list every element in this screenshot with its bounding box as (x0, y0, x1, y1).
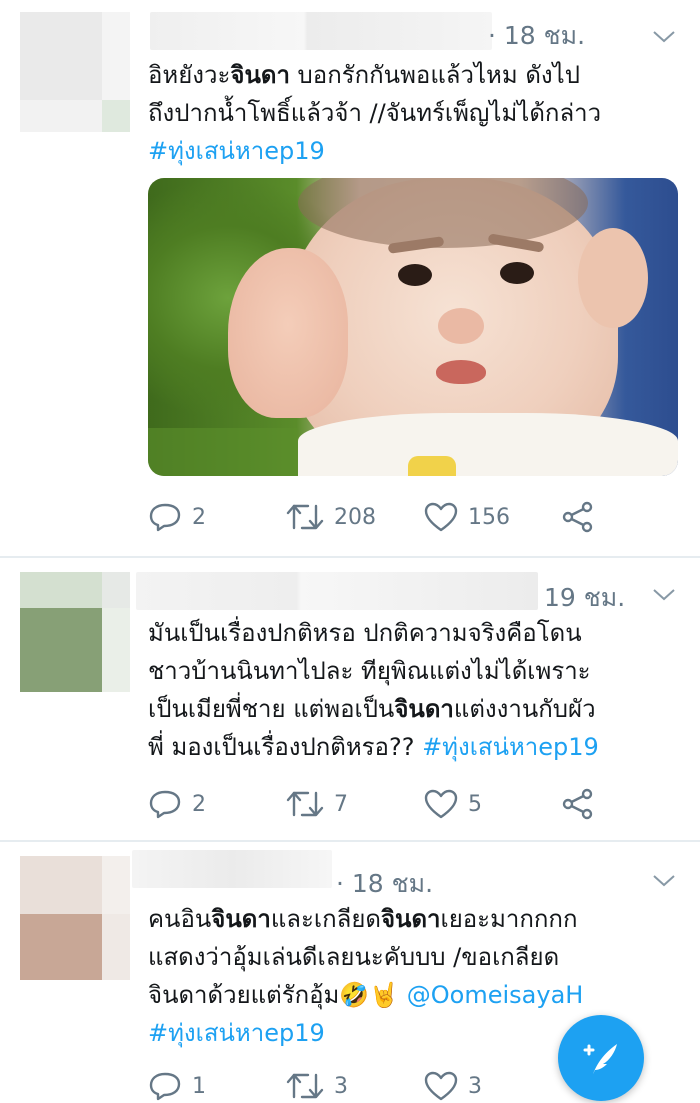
photo-mouth (436, 360, 486, 384)
photo-eye (500, 262, 534, 284)
share-icon (562, 501, 593, 533)
tweet-timestamp[interactable]: 19 ชม. (544, 578, 625, 618)
chevron-down-icon[interactable] (652, 30, 676, 44)
share-icon (562, 788, 593, 820)
author-name-redacted[interactable] (132, 850, 332, 888)
like-button[interactable]: 156 (424, 497, 510, 537)
compose-tweet-icon (583, 1044, 617, 1074)
tweet-actions: 2 208 156 (148, 497, 668, 537)
tweet-timestamp[interactable]: · 18 ชม. (336, 864, 433, 904)
tweet-timestamp[interactable]: · 18 ชม. (488, 16, 585, 56)
photo-nose (438, 308, 484, 344)
retweet-button[interactable]: 208 (286, 497, 376, 537)
retweet-count: 3 (334, 1073, 348, 1099)
reply-count: 2 (192, 791, 206, 817)
tweet-1[interactable]: · 18 ชม. อิหยังวะจินดา บอกรักกันพอแล้วไห… (0, 0, 700, 556)
avatar[interactable] (20, 12, 130, 132)
text-segment: คนอิน (148, 905, 212, 933)
hashtag-link[interactable]: #ทุ่งเสน่หาep19 (148, 137, 325, 165)
tweet-actions: 2 7 5 (148, 784, 668, 824)
photo-bib (408, 456, 456, 476)
share-button[interactable] (562, 497, 594, 537)
text-bold: จินดา (394, 695, 454, 723)
like-button[interactable]: 5 (424, 784, 482, 824)
retweet-icon (286, 1073, 324, 1099)
share-button[interactable] (562, 784, 594, 824)
like-button[interactable]: 3 (424, 1066, 482, 1103)
text-line: ถึงปากน้ำโพธิ์แล้วจ้า //จันทร์เพ็ญไม่ได้… (148, 99, 602, 127)
text-line: แสดงว่าอุ้มเล่นดีเลยนะคับบบ /ขอเกลียด (148, 943, 560, 971)
reply-button[interactable]: 2 (148, 497, 206, 537)
reply-button[interactable]: 2 (148, 784, 206, 824)
text-segment: จินดาด้วยแต่รักอุ้ม🤣🤘 (148, 981, 407, 1009)
reply-icon (149, 503, 181, 532)
avatar[interactable] (20, 572, 130, 692)
heart-icon (424, 502, 458, 532)
reply-button[interactable]: 1 (148, 1066, 206, 1103)
retweet-count: 7 (334, 791, 348, 817)
reply-icon (149, 790, 181, 819)
text-segment: พี่ มองเป็นเรื่องปกติหรอ?? (148, 733, 423, 761)
photo-hand (228, 248, 348, 418)
chevron-down-icon[interactable] (652, 874, 676, 888)
tweet-photo[interactable] (148, 178, 678, 476)
tweet-text: อิหยังวะจินดา บอกรักกันพอแล้วไหม ดังไป ถ… (148, 56, 688, 170)
author-name-redacted[interactable] (136, 572, 538, 610)
photo-ear (578, 228, 648, 328)
photo-eye (398, 264, 432, 286)
text-line: ชาวบ้านนินทาไปละ ทียุพิณแต่งไม่ได้เพราะ (148, 657, 591, 685)
photo-shirt (298, 413, 678, 476)
text-segment: อิหยังวะ (148, 61, 231, 89)
retweet-button[interactable]: 3 (286, 1066, 348, 1103)
hashtag-link[interactable]: #ทุ่งเสน่หาep19 (148, 1019, 325, 1047)
author-name-redacted[interactable] (150, 12, 492, 50)
tweet-text: มันเป็นเรื่องปกติหรอ ปกติความจริงคือโดน … (148, 614, 688, 766)
like-count: 156 (468, 504, 510, 530)
retweet-count: 208 (334, 504, 376, 530)
photo-background (148, 428, 298, 476)
heart-icon (424, 1071, 458, 1101)
tweet-2[interactable]: 19 ชม. มันเป็นเรื่องปกติหรอ ปกติความจริง… (0, 558, 700, 840)
avatar[interactable] (20, 856, 130, 980)
reply-count: 2 (192, 504, 206, 530)
text-bold: จินดา (380, 905, 441, 933)
heart-icon (424, 789, 458, 819)
retweet-button[interactable]: 7 (286, 784, 348, 824)
text-bold: จินดา (211, 905, 271, 933)
like-count: 3 (468, 1073, 482, 1099)
text-segment: และเกลียด (270, 905, 381, 933)
text-bold: จินดา (230, 61, 290, 89)
compose-tweet-button[interactable] (558, 1015, 644, 1101)
retweet-icon (286, 791, 324, 817)
text-segment: เป็นเมียพี่ชาย แต่พอเป็น (148, 695, 395, 723)
text-line: มันเป็นเรื่องปกติหรอ ปกติความจริงคือโดน (148, 619, 582, 647)
mention-link[interactable]: @OomeisayaH (407, 981, 584, 1009)
text-segment: เยอะมากกกก (440, 905, 578, 933)
like-count: 5 (468, 791, 482, 817)
chevron-down-icon[interactable] (652, 588, 676, 602)
hashtag-link[interactable]: #ทุ่งเสน่หาep19 (422, 733, 599, 761)
retweet-icon (286, 504, 324, 530)
reply-count: 1 (192, 1073, 206, 1099)
text-segment: แต่งงานกับผัว (453, 695, 596, 723)
text-segment: บอกรักกันพอแล้วไหม ดังไป (289, 61, 580, 89)
reply-icon (149, 1072, 181, 1101)
